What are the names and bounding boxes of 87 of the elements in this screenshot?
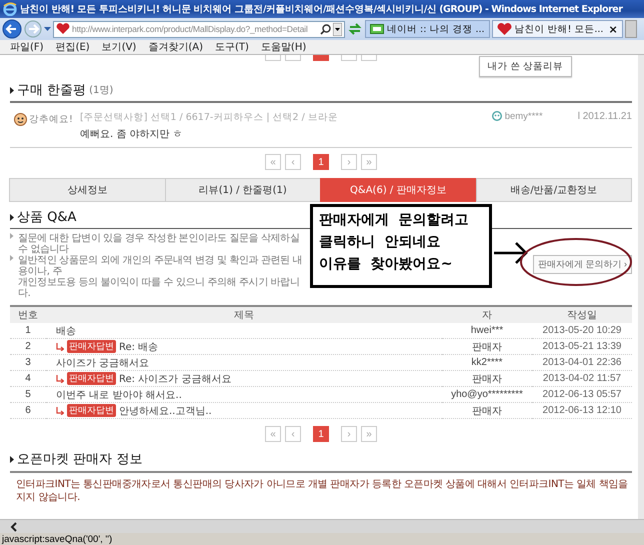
column-header: 번호 bbox=[10, 306, 46, 323]
page-number[interactable]: 1 bbox=[313, 426, 329, 442]
table-cell: kk2**** bbox=[442, 354, 532, 370]
seller-reply-tag: 판매자답변 bbox=[67, 340, 116, 353]
notice-text: 개인정보도용 등의 불이익이 따를 수 있으니 주의해 주시기 바랍니다. bbox=[18, 277, 300, 299]
emoticon-icon bbox=[14, 113, 27, 126]
bullet-icon bbox=[10, 255, 14, 261]
dropdown-icon[interactable] bbox=[333, 22, 342, 36]
browser-tab[interactable]: 네이버 :: 나의 경쟁 ... bbox=[365, 20, 490, 38]
bullet-icon bbox=[10, 233, 14, 239]
product-tab[interactable]: 리뷰(1) / 한줄평(1) bbox=[164, 178, 321, 202]
reply-arrow-icon bbox=[56, 374, 64, 382]
annotation-text: 판매자에게 문의할려고 bbox=[319, 211, 470, 229]
table-cell: 6 bbox=[10, 402, 46, 418]
question-title[interactable]: 사이즈가 궁금해서요 bbox=[56, 356, 150, 370]
product-tab[interactable]: Q&A(6) / 판매자정보 bbox=[320, 178, 476, 202]
user-icon bbox=[492, 111, 502, 122]
review-text: 예뻐요. 좀 야하지만 ㅎ bbox=[80, 128, 184, 141]
refresh-icon[interactable] bbox=[347, 22, 363, 36]
section-title: 오픈마켓 판매자 정보 bbox=[17, 451, 142, 468]
review-count: (1명) bbox=[89, 84, 114, 97]
annotation-text: 클릭하니 안되네요 bbox=[319, 233, 442, 251]
question-title[interactable]: 안녕하세요..고객님.. bbox=[119, 404, 212, 418]
question-title[interactable]: 이번주 내로 받아야 해서요.. bbox=[56, 388, 182, 402]
table-cell: hwei*** bbox=[442, 323, 532, 338]
scroll-left-icon[interactable] bbox=[10, 522, 18, 532]
table-cell: 2 bbox=[10, 338, 46, 354]
page-icon bbox=[370, 24, 384, 34]
section-title: 구매 한줄평 bbox=[17, 82, 86, 99]
reviewer-name: bemy**** bbox=[504, 111, 543, 122]
question-title[interactable]: Re: 배송 bbox=[119, 340, 158, 354]
question-title[interactable]: 배송 bbox=[56, 324, 76, 338]
triangle-icon bbox=[10, 214, 14, 220]
menu-item[interactable]: 도움말(H) bbox=[260, 40, 306, 54]
triangle-icon bbox=[10, 456, 14, 462]
seller-reply-tag: 판매자답변 bbox=[67, 404, 116, 417]
reply-arrow-icon bbox=[56, 406, 64, 414]
table-cell: yho@yo********* bbox=[442, 386, 532, 402]
browser-logo-icon bbox=[3, 2, 17, 16]
status-text: javascript:saveQna('00', '') bbox=[2, 534, 112, 544]
menu-item[interactable]: 파일(F) bbox=[10, 40, 44, 54]
table-cell: 판매자 bbox=[442, 338, 532, 354]
annotation-text: 이유를 찾아봤어요~ bbox=[319, 255, 454, 273]
table-cell: 4 bbox=[10, 370, 46, 386]
column-header: 제목 bbox=[46, 306, 442, 323]
table-cell: 3 bbox=[10, 354, 46, 370]
reply-arrow-icon bbox=[56, 342, 64, 350]
ask-seller-button[interactable]: 판매자에게 문의하기 › bbox=[533, 255, 632, 274]
table-cell: 2013-05-21 13:39 bbox=[532, 338, 632, 354]
disclaimer-text: 인터파크INT는 통신판매중개자로서 통신판매의 당사자가 아니므로 개별 판매자가 등록한 오픈마켓 상품에 대해서 인터파크INT는 일체 책임을 지지 않습니다. bbox=[16, 478, 629, 504]
menu-item[interactable]: 편집(E) bbox=[56, 40, 90, 54]
review-label: 강추예요! bbox=[29, 113, 73, 126]
address-field[interactable]: http://www.interpark.com/product/MallDisplay.do?_method=Detail bbox=[53, 20, 345, 38]
window-title: 남친이 반해! 모든 투피스비키니! 허니문 비치웨어 그룹전/커플비치웨어/패션수영복/섹시비키니/신 (GROUP) - Windows Internet Explorer bbox=[20, 2, 622, 16]
order-option: [주문선택사항] 선택1 / 6617-커피하우스 | 선택2 / 브라운 bbox=[80, 111, 486, 124]
table-cell: 2013-05-20 10:29 bbox=[532, 323, 632, 338]
browser-tab[interactable]: 남친이 반해! 모든... × bbox=[492, 20, 623, 38]
seller-reply-tag: 판매자답변 bbox=[67, 372, 116, 385]
notice-text: 질문에 대한 답변이 있을 경우 작성한 본인이라도 질문을 삭제하실 수 없습니다 bbox=[18, 233, 300, 255]
menu-item[interactable]: 도구(T) bbox=[215, 40, 249, 54]
question-title[interactable]: Re: 사이즈가 궁금해서요 bbox=[119, 372, 232, 386]
close-tab-button[interactable]: × bbox=[608, 22, 618, 36]
heart-icon bbox=[56, 23, 70, 35]
table-cell: 5 bbox=[10, 386, 46, 402]
page-number[interactable]: 1 bbox=[313, 154, 329, 170]
menu-item[interactable]: 보기(V) bbox=[102, 40, 136, 54]
review-date: l 2012.11.21 bbox=[578, 111, 632, 122]
table-cell: 2012-06-13 12:10 bbox=[532, 402, 632, 418]
table-cell: 2013-04-02 11:57 bbox=[532, 370, 632, 386]
product-tab[interactable]: 상세정보 bbox=[9, 178, 166, 202]
triangle-icon bbox=[10, 86, 14, 94]
notice-text: 일반적인 상품문의 외에 개인의 주문내역 변경 및 확인과 관련된 내용이나, 주 bbox=[18, 255, 304, 277]
column-header: 작성일 bbox=[532, 306, 632, 323]
table-cell: 판매자 bbox=[442, 402, 532, 418]
table-cell: 2013-04-01 22:36 bbox=[532, 354, 632, 370]
table-cell: 2012-06-13 05:57 bbox=[532, 386, 632, 402]
column-header: 자 bbox=[442, 306, 532, 323]
section-title: 상품 Q&A bbox=[17, 209, 76, 226]
product-tab[interactable]: 배송/반품/교환정보 bbox=[476, 178, 632, 202]
search-icon[interactable] bbox=[320, 24, 331, 34]
table-cell: 판매자 bbox=[442, 370, 532, 386]
menu-item[interactable]: 즐겨찾기(A) bbox=[148, 40, 203, 54]
back-icon[interactable] bbox=[2, 19, 22, 39]
my-reviews-button[interactable]: 내가 쓴 상품리뷰 bbox=[478, 56, 572, 77]
heart-icon bbox=[496, 22, 512, 36]
arrow-icon bbox=[494, 242, 528, 264]
table-cell: 1 bbox=[10, 323, 46, 338]
